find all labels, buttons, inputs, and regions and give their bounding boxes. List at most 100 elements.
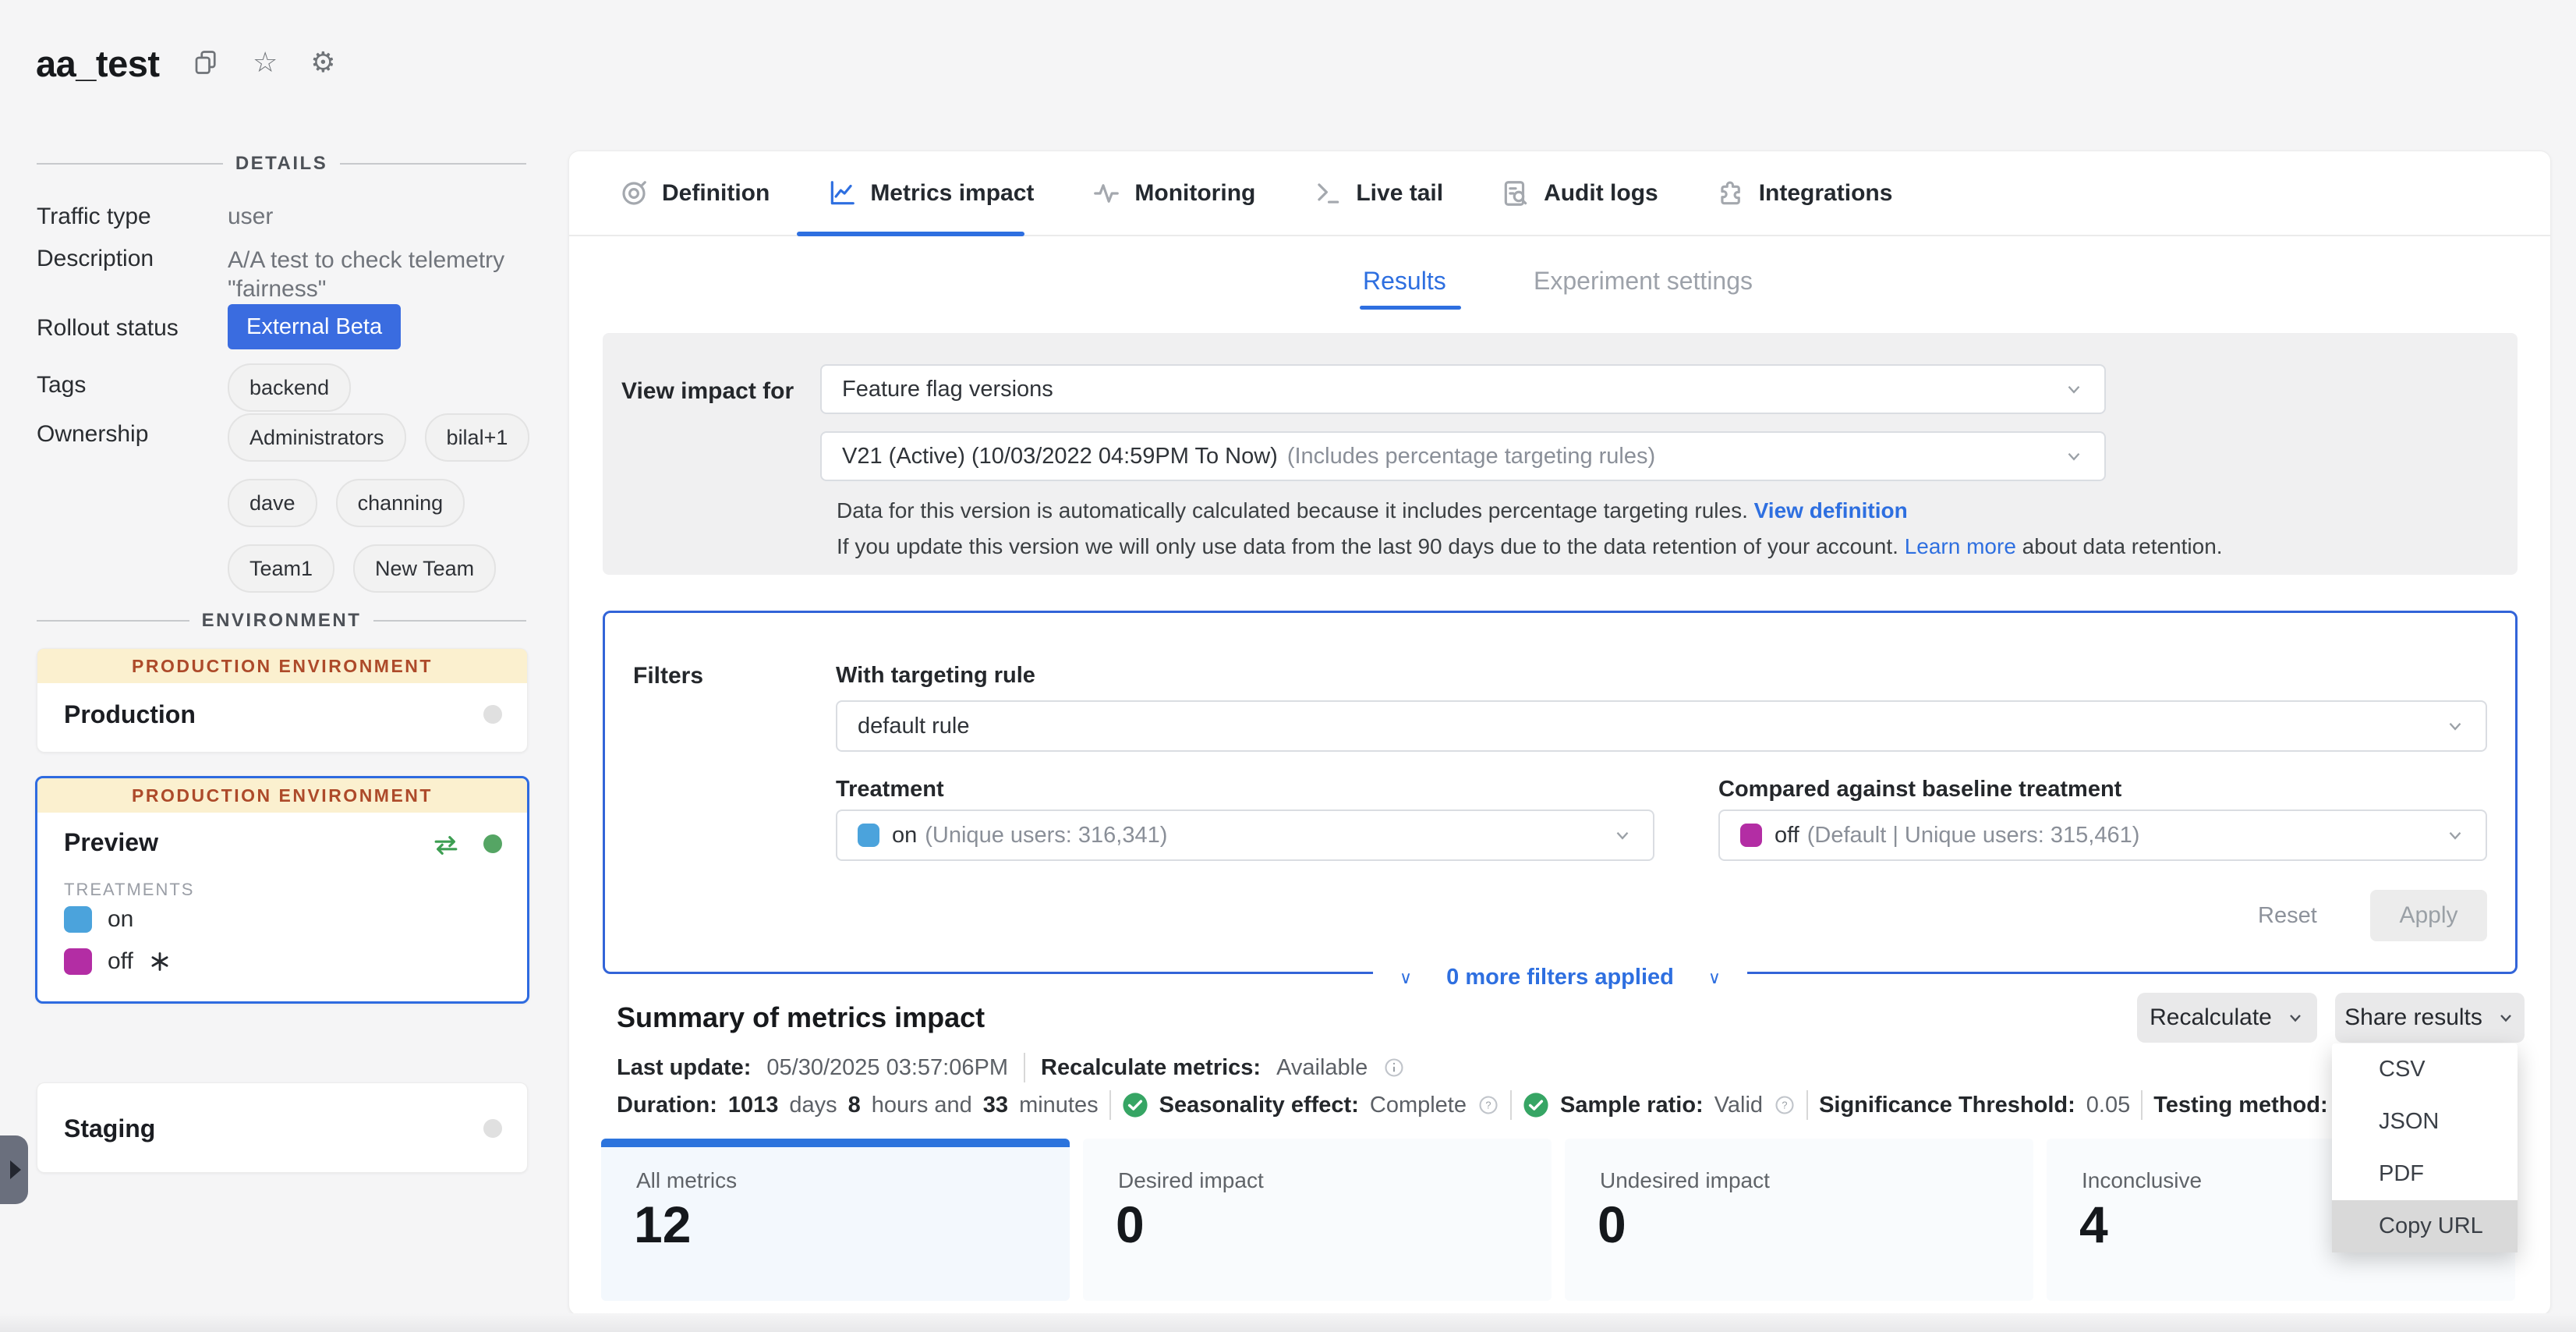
subtab-results[interactable]: Results — [1363, 267, 1446, 296]
sample-ratio-label: Sample ratio: — [1560, 1093, 1704, 1118]
terminal-icon — [1313, 179, 1343, 208]
share-menu-item-csv[interactable]: CSV — [2332, 1043, 2518, 1096]
metric-card-desired-impact[interactable]: Desired impact 0 — [1083, 1139, 1552, 1301]
summary-meta-line-2: Duration: 1013days 8hours and 33minutes … — [617, 1090, 2379, 1120]
subtab-experiment-settings[interactable]: Experiment settings — [1534, 267, 1753, 296]
seasonality-label: Seasonality effect: — [1159, 1093, 1359, 1118]
rollout-status-label: Rollout status — [37, 315, 179, 342]
last-update-label: Last update: — [617, 1055, 751, 1081]
chevron-down-icon — [2445, 716, 2465, 736]
treatment-row-on: on — [64, 906, 133, 933]
environment-card-preview[interactable]: PRODUCTION ENVIRONMENT Preview TREATMENT… — [35, 776, 529, 1004]
tags-label: Tags — [37, 372, 86, 399]
owner-chip[interactable]: Team1 — [228, 544, 334, 593]
help-icon[interactable]: ? — [1774, 1094, 1796, 1116]
bottom-shade — [0, 1313, 2576, 1332]
summary-title: Summary of metrics impact — [617, 1001, 985, 1034]
app-root: aa_test ☆ ⚙ DETAILS Traffic type user De… — [0, 0, 2576, 1332]
environment-name: Staging — [64, 1114, 155, 1143]
learn-more-link[interactable]: Learn more — [1905, 534, 2016, 558]
copy-icon[interactable] — [192, 48, 220, 76]
target-icon — [619, 179, 649, 208]
check-circle-icon — [1523, 1092, 1549, 1118]
treatments-heading: TREATMENTS — [64, 880, 194, 900]
info-icon[interactable] — [1383, 1057, 1405, 1079]
rollout-status-badge[interactable]: External Beta — [228, 304, 401, 349]
tags-list: backend — [228, 363, 351, 412]
treatment-select[interactable]: on (Unique users: 316,341) — [836, 809, 1654, 861]
owner-chip[interactable]: channing — [336, 479, 465, 527]
tab-integrations[interactable]: Integrations — [1716, 179, 1893, 208]
line-chart-icon — [827, 179, 857, 208]
treatment-color-swatch — [858, 824, 879, 847]
view-impact-panel: View impact for Feature flag versions V2… — [603, 333, 2518, 575]
star-icon[interactable]: ☆ — [253, 48, 278, 76]
chevron-down-icon — [2496, 1008, 2515, 1027]
pulse-icon — [1092, 179, 1121, 208]
divider — [1024, 1053, 1025, 1082]
traffic-type-value: user — [228, 204, 273, 230]
chevron-down-icon — [2064, 379, 2084, 399]
title-actions: ☆ ⚙ — [192, 48, 336, 76]
version-select[interactable]: V21 (Active) (10/03/2022 04:59PM To Now)… — [820, 431, 2106, 481]
share-menu-item-copy-url[interactable]: Copy URL — [2332, 1200, 2518, 1252]
svg-text:?: ? — [1485, 1100, 1491, 1111]
apply-button[interactable]: Apply — [2370, 890, 2487, 941]
tab-audit-logs[interactable]: Audit logs — [1501, 179, 1658, 208]
share-menu-item-pdf[interactable]: PDF — [2332, 1148, 2518, 1200]
tab-monitoring[interactable]: Monitoring — [1092, 179, 1255, 208]
flag-tabbar: Definition Metrics impact Monitoring — [569, 151, 2550, 236]
more-filters-toggle[interactable]: ∨ 0 more filters applied ∨ — [1373, 965, 1747, 990]
targeting-rule-select[interactable]: default rule — [836, 700, 2487, 752]
owners-row-2: dave channing — [228, 479, 465, 527]
sidebar-collapse-handle[interactable] — [0, 1135, 28, 1204]
environment-name: Production — [64, 700, 196, 729]
summary-meta-line-1: Last update: 05/30/2025 03:57:06PM Recal… — [617, 1053, 1405, 1082]
description-label: Description — [37, 246, 154, 272]
metric-card-undesired-impact[interactable]: Undesired impact 0 — [1565, 1139, 2033, 1301]
owner-chip[interactable]: New Team — [353, 544, 496, 593]
recalc-metrics-label: Recalculate metrics: — [1041, 1055, 1261, 1081]
traffic-type-label: Traffic type — [37, 204, 151, 230]
seasonality-value: Complete — [1370, 1093, 1467, 1118]
flag-detail-panel: Definition Metrics impact Monitoring — [568, 151, 2551, 1316]
production-environment-banner: PRODUCTION ENVIRONMENT — [37, 778, 527, 813]
arrow-right-icon — [10, 1160, 21, 1179]
environment-card-production[interactable]: PRODUCTION ENVIRONMENT Production — [37, 648, 528, 753]
help-icon[interactable]: ? — [1477, 1094, 1499, 1116]
chevron-down-icon — [2445, 825, 2465, 845]
owner-chip[interactable]: dave — [228, 479, 317, 527]
testing-method-label: Testing method: — [2153, 1093, 2327, 1118]
treatment-color-swatch — [64, 906, 92, 933]
environment-status-dot — [483, 1119, 502, 1138]
baseline-label: Compared against baseline treatment — [1718, 777, 2121, 802]
active-tab-underline — [797, 232, 1024, 236]
baseline-select[interactable]: off (Default | Unique users: 315,461) — [1718, 809, 2487, 861]
sample-ratio-value: Valid — [1714, 1093, 1763, 1118]
tab-metrics-impact[interactable]: Metrics impact — [827, 179, 1034, 208]
tab-live-tail[interactable]: Live tail — [1313, 179, 1443, 208]
default-treatment-asterisk-icon — [149, 951, 171, 972]
share-results-button[interactable]: Share results — [2335, 993, 2525, 1043]
filters-label: Filters — [633, 663, 703, 689]
divider — [1510, 1090, 1512, 1120]
environment-card-staging[interactable]: Staging — [37, 1082, 528, 1173]
description-value: A/A test to check telemetry "fairness" — [228, 246, 532, 303]
metric-card-all-metrics[interactable]: All metrics 12 — [601, 1139, 1070, 1301]
view-definition-link[interactable]: View definition — [1754, 498, 1908, 523]
reset-button[interactable]: Reset — [2258, 903, 2317, 929]
tag-chip[interactable]: backend — [228, 363, 351, 412]
environment-section-heading: ENVIRONMENT — [37, 610, 526, 632]
gear-icon[interactable]: ⚙ — [310, 48, 335, 76]
chevron-down-icon — [1612, 825, 1633, 845]
swap-treatments-icon[interactable] — [430, 833, 462, 858]
owner-chip[interactable]: Administrators — [228, 413, 406, 462]
version-type-select[interactable]: Feature flag versions — [820, 364, 2106, 414]
recalculate-button[interactable]: Recalculate — [2137, 993, 2317, 1043]
tab-definition[interactable]: Definition — [619, 179, 770, 208]
owner-chip[interactable]: bilal+1 — [425, 413, 530, 462]
chevron-down-icon: ∨ — [1399, 968, 1412, 988]
share-menu-item-json[interactable]: JSON — [2332, 1096, 2518, 1148]
baseline-color-swatch — [1740, 824, 1762, 847]
owners-row-1: Administrators bilal+1 — [228, 413, 529, 462]
